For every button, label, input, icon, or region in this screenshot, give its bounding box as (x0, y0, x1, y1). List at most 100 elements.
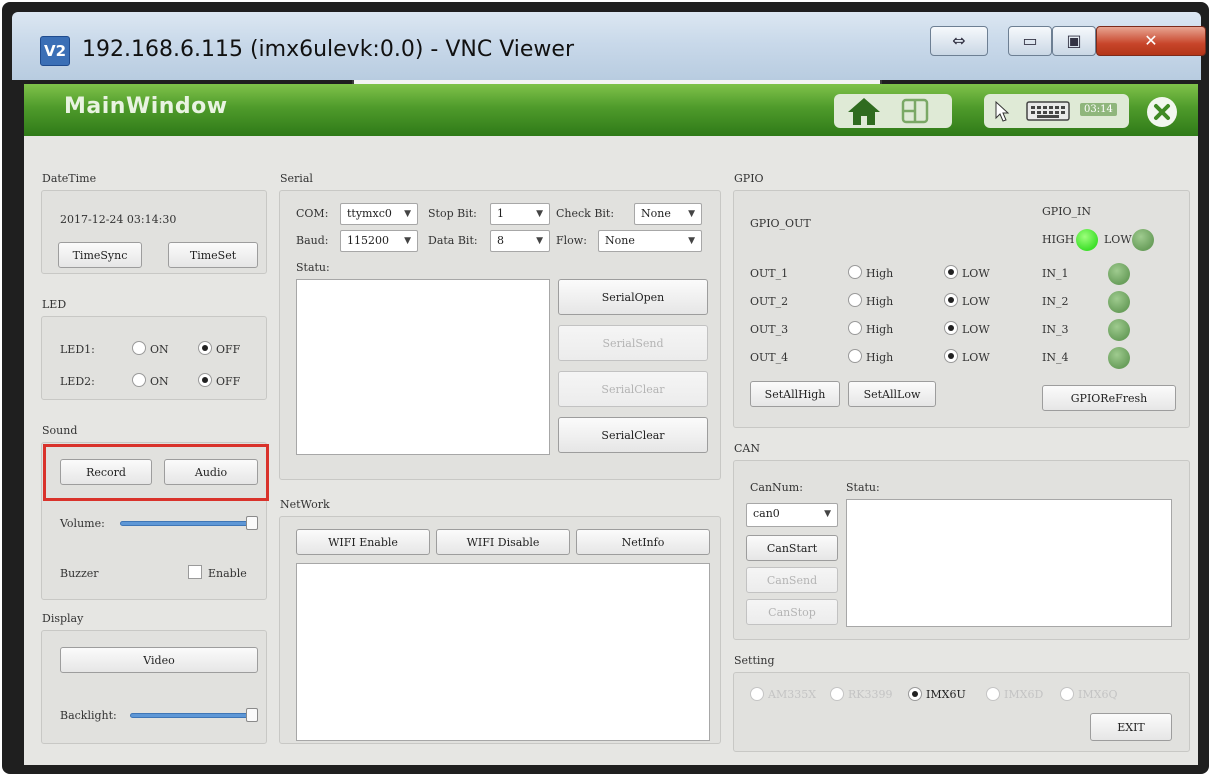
com-select[interactable]: ttymxc0 ▼ (340, 203, 418, 225)
home-icon[interactable] (846, 96, 882, 126)
exit-button[interactable]: EXIT (1090, 713, 1172, 741)
led1-label: LED1: (60, 343, 95, 356)
led2-off-radio[interactable] (198, 373, 212, 387)
setting-am335x-label: AM335X (768, 688, 817, 701)
out2-high-label: High (866, 295, 894, 308)
maximize-button[interactable]: ▣ (1052, 26, 1096, 56)
backlight-slider-handle[interactable] (246, 708, 258, 722)
led2-off-label: OFF (216, 375, 241, 388)
gpio-refresh-button[interactable]: GPIOReFresh (1042, 385, 1176, 411)
app-header: MainWindow 03:14 (24, 84, 1198, 136)
stopbit-value: 1 (497, 207, 504, 220)
close-icon[interactable] (1146, 96, 1178, 128)
timeset-button[interactable]: TimeSet (168, 242, 258, 268)
chevron-down-icon: ▼ (688, 236, 695, 246)
serial-group-title: Serial (280, 172, 313, 185)
minimize-button[interactable]: ▭ (1008, 26, 1052, 56)
out3-high-radio[interactable] (848, 321, 862, 335)
led2-on-radio[interactable] (132, 373, 146, 387)
out1-label: OUT_1 (750, 267, 789, 280)
chevron-down-icon: ▼ (536, 236, 543, 246)
led2-label: LED2: (60, 375, 95, 388)
in4-indicator (1108, 347, 1130, 369)
led1-off-label: OFF (216, 343, 241, 356)
can-num-label: CanNum: (750, 481, 803, 494)
baud-label: Baud: (296, 234, 329, 247)
led-group: LED1: ON OFF LED2: ON OFF (41, 316, 267, 400)
out3-low-radio[interactable] (944, 321, 958, 335)
can-status-label: Statu: (846, 481, 880, 494)
com-value: ttymxc0 (347, 207, 392, 220)
mouse-pointer-icon[interactable] (994, 100, 1010, 122)
setting-imx6u-label: IMX6U (926, 688, 966, 701)
keyboard-icon[interactable] (1026, 101, 1070, 121)
out2-low-radio[interactable] (944, 293, 958, 307)
stopbit-label: Stop Bit: (428, 207, 477, 220)
checkbit-select[interactable]: None ▼ (634, 203, 702, 225)
timesync-button[interactable]: TimeSync (58, 242, 142, 268)
volume-slider-track[interactable] (120, 521, 256, 526)
flow-label: Flow: (556, 234, 587, 247)
set-all-low-button[interactable]: SetAllLow (848, 381, 936, 407)
setting-imx6u-radio[interactable] (908, 687, 922, 701)
serial-status-textbox[interactable] (296, 279, 550, 455)
wifi-enable-button[interactable]: WIFI Enable (296, 529, 430, 555)
baud-select[interactable]: 115200 ▼ (340, 230, 418, 252)
can-num-select[interactable]: can0 ▼ (746, 503, 838, 527)
serial-open-button[interactable]: SerialOpen (558, 279, 708, 315)
stopbit-select[interactable]: 1 ▼ (490, 203, 550, 225)
set-all-high-button[interactable]: SetAllHigh (750, 381, 840, 407)
out3-label: OUT_3 (750, 323, 789, 336)
databit-select[interactable]: 8 ▼ (490, 230, 550, 252)
out2-high-radio[interactable] (848, 293, 862, 307)
close-window-button[interactable]: ✕ (1096, 26, 1206, 56)
header-tray-left (834, 94, 952, 128)
out1-low-label: LOW (962, 267, 990, 280)
buzzer-enable-checkbox[interactable] (188, 565, 202, 579)
flow-value: None (605, 234, 635, 247)
volume-slider-handle[interactable] (246, 516, 258, 530)
serial-clear-button[interactable]: SerialClear (558, 417, 708, 453)
setting-imx6q-radio[interactable] (1060, 687, 1074, 701)
setting-imx6d-label: IMX6D (1004, 688, 1044, 701)
datetime-value: 2017-12-24 03:14:30 (60, 213, 177, 226)
led1-on-label: ON (150, 343, 169, 356)
out1-high-radio[interactable] (848, 265, 862, 279)
can-group: CanNum: Statu: can0 ▼ CanStart CanSend Ca… (733, 460, 1190, 640)
gpio-group-title: GPIO (734, 172, 764, 185)
serial-group: COM: ttymxc0 ▼ Stop Bit: 1 ▼ Check Bit: No… (279, 190, 721, 480)
in1-indicator (1108, 263, 1130, 285)
network-info-textbox[interactable] (296, 563, 710, 741)
backlight-slider-track[interactable] (130, 713, 256, 718)
can-send-button[interactable]: CanSend (746, 567, 838, 593)
setting-rk3399-radio[interactable] (830, 687, 844, 701)
setting-am335x-radio[interactable] (750, 687, 764, 701)
fit-window-button[interactable]: ⇔ (930, 26, 988, 56)
led1-off-radio[interactable] (198, 341, 212, 355)
window-switch-icon[interactable] (900, 97, 930, 125)
led1-on-radio[interactable] (132, 341, 146, 355)
vnc-titlebar[interactable]: V2 192.168.6.115 (imx6ulevk:0.0) - VNC V… (12, 12, 1206, 80)
serial-clear-disabled-button[interactable]: SerialClear (558, 371, 708, 407)
netinfo-button[interactable]: NetInfo (576, 529, 710, 555)
network-group: WIFI Enable WIFI Disable NetInfo (279, 516, 721, 744)
led-low-indicator (1132, 229, 1154, 251)
out2-label: OUT_2 (750, 295, 789, 308)
gpio-legend-high: HIGH (1042, 233, 1075, 246)
can-stop-button[interactable]: CanStop (746, 599, 838, 625)
out1-low-radio[interactable] (944, 265, 958, 279)
can-status-textbox[interactable] (846, 499, 1172, 627)
network-group-title: NetWork (280, 498, 330, 511)
setting-rk3399-label: RK3399 (848, 688, 893, 701)
app-title: MainWindow (64, 94, 228, 119)
can-start-button[interactable]: CanStart (746, 535, 838, 561)
gpio-group: GPIO_OUT GPIO_IN HIGH LOW OUT_1 High LOW… (733, 190, 1190, 428)
video-button[interactable]: Video (60, 647, 258, 673)
wifi-disable-button[interactable]: WIFI Disable (436, 529, 570, 555)
out4-low-label: LOW (962, 351, 990, 364)
setting-imx6d-radio[interactable] (986, 687, 1000, 701)
flow-select[interactable]: None ▼ (598, 230, 702, 252)
out4-high-radio[interactable] (848, 349, 862, 363)
serial-send-button[interactable]: SerialSend (558, 325, 708, 361)
out4-low-radio[interactable] (944, 349, 958, 363)
